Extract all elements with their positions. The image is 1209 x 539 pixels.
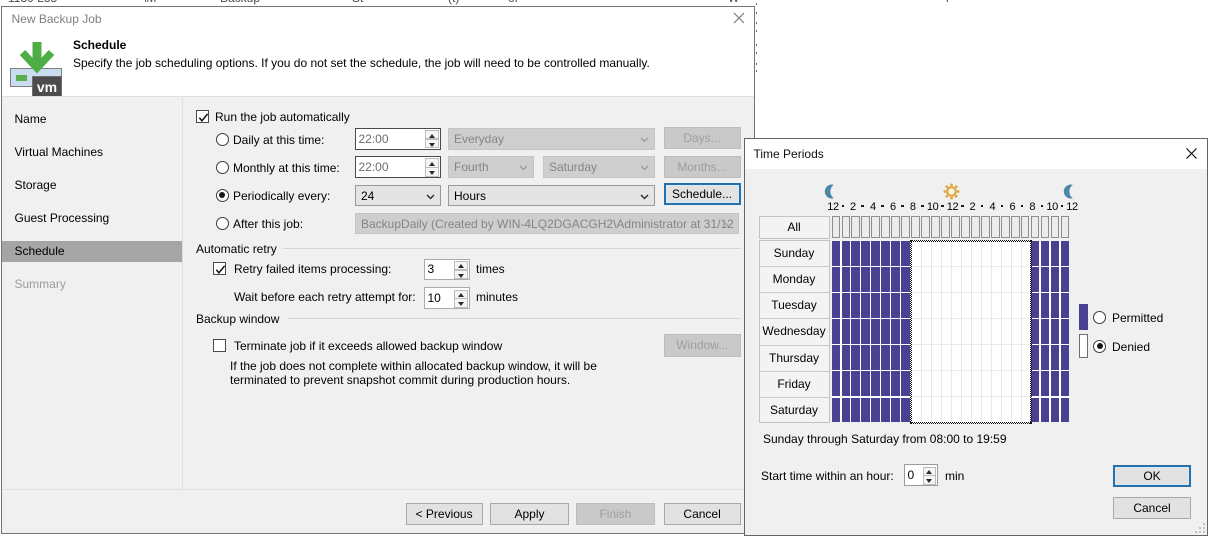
svg-text:vm: vm <box>37 79 57 95</box>
